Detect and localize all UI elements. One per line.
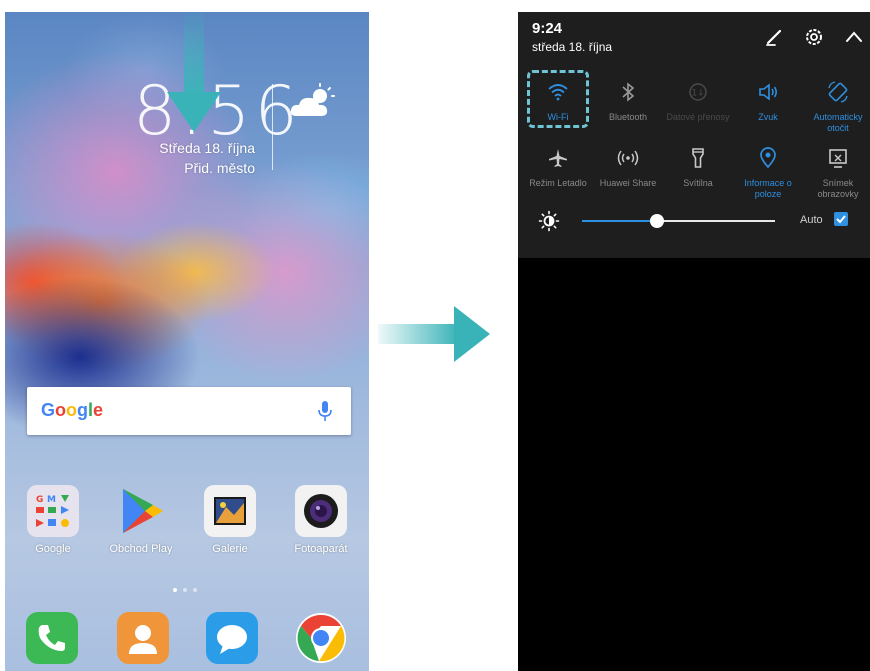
brightness-icon xyxy=(538,210,560,232)
airplane-icon xyxy=(549,149,567,167)
app-play-store[interactable]: Obchod Play xyxy=(101,485,181,555)
tile-label-bluetooth: Bluetooth xyxy=(608,112,648,122)
tile-mobile-data[interactable]: 1↓ Datové přenosy xyxy=(664,80,732,123)
tile-screenshot[interactable]: Snímek obrazovky xyxy=(804,146,870,200)
messages-icon[interactable] xyxy=(206,612,258,664)
edit-icon[interactable] xyxy=(763,26,785,48)
page-dot-active xyxy=(173,588,177,592)
collapse-icon[interactable] xyxy=(843,26,865,48)
huawei-share-icon xyxy=(617,150,639,166)
brightness-slider[interactable] xyxy=(582,214,775,228)
tile-label-airplane-mode: Režim Letadlo xyxy=(529,178,587,188)
tile-label-huawei-share: Huawei Share xyxy=(599,178,657,188)
bluetooth-icon xyxy=(622,82,635,102)
tile-label-flashlight: Svítilna xyxy=(683,178,713,188)
chrome-icon[interactable] xyxy=(295,612,347,664)
phone-icon[interactable] xyxy=(26,612,78,664)
quick-settings-panel: 9:24 středa 18. října Wi-Fi Bluetooth 1↓… xyxy=(518,12,870,258)
play-store-icon xyxy=(115,485,167,537)
tile-label-screenshot: Snímek obrazovky xyxy=(817,178,859,199)
app-label-camera: Fotoaparát xyxy=(294,543,348,555)
app-label-gallery: Galerie xyxy=(212,543,248,555)
google-folder-icon: G M xyxy=(27,485,79,537)
app-camera[interactable]: Fotoaparát xyxy=(281,485,361,555)
partly-cloudy-icon[interactable] xyxy=(288,82,338,122)
sound-icon xyxy=(759,83,778,101)
tile-flashlight[interactable]: Svítilna xyxy=(664,146,732,189)
home-screen: 8:56 Středa 18. října Přid. město Google xyxy=(5,12,369,671)
auto-brightness-checkbox[interactable] xyxy=(834,212,848,226)
tile-airplane-mode[interactable]: Režim Letadlo xyxy=(524,146,592,189)
google-search-bar[interactable]: Google xyxy=(27,387,351,435)
tile-label-auto-rotate: Automaticky otočit xyxy=(813,112,863,133)
microphone-icon[interactable] xyxy=(317,399,333,423)
settings-icon[interactable] xyxy=(803,26,825,48)
notification-panel-screen: 9:24 středa 18. října Wi-Fi Bluetooth 1↓… xyxy=(518,12,870,671)
city-label[interactable]: Přid. město xyxy=(184,160,255,176)
tile-bluetooth[interactable]: Bluetooth xyxy=(594,80,662,123)
svg-text:G: G xyxy=(36,495,43,505)
transition-arrow-icon xyxy=(378,306,490,362)
mobile-data-icon: 1↓ xyxy=(689,83,707,101)
tile-auto-rotate[interactable]: Automaticky otočit xyxy=(804,80,870,134)
page-dot xyxy=(183,588,187,592)
tile-huawei-share[interactable]: Huawei Share xyxy=(594,146,662,189)
brightness-slider-thumb[interactable] xyxy=(650,214,665,228)
tile-label-sound: Zvuk xyxy=(758,112,778,122)
google-logo: Google xyxy=(41,400,104,420)
svg-text:M: M xyxy=(47,495,56,505)
flashlight-icon xyxy=(692,148,704,168)
contacts-icon[interactable] xyxy=(117,612,169,664)
camera-icon xyxy=(295,485,347,537)
app-label-play-store: Obchod Play xyxy=(109,543,173,555)
tile-label-mobile-data: Datové přenosy xyxy=(666,112,730,122)
date-label: Středa 18. října xyxy=(159,140,255,156)
status-time: 9:24 xyxy=(532,20,563,37)
tile-sound[interactable]: Zvuk xyxy=(734,80,802,123)
page-indicator[interactable] xyxy=(171,588,211,594)
svg-text:1↓: 1↓ xyxy=(691,89,704,99)
auto-brightness-label: Auto xyxy=(800,214,823,226)
app-gallery[interactable]: Galerie xyxy=(190,485,270,555)
app-label-google: Google xyxy=(35,543,71,555)
auto-rotate-icon xyxy=(828,81,848,103)
wifi-highlight-box xyxy=(527,70,589,128)
status-date: středa 18. října xyxy=(532,40,613,54)
app-google-folder[interactable]: G M Google xyxy=(13,485,93,555)
clock-divider xyxy=(272,84,273,170)
location-icon xyxy=(760,147,776,169)
screenshot-icon xyxy=(829,149,847,168)
tile-location[interactable]: Informace o poloze xyxy=(734,146,802,200)
gallery-icon xyxy=(204,485,256,537)
tile-label-location: Informace o poloze xyxy=(744,178,792,199)
swipe-down-arrow-icon xyxy=(167,12,221,132)
page-dot xyxy=(193,588,197,592)
brightness-slider-fill xyxy=(582,220,658,222)
